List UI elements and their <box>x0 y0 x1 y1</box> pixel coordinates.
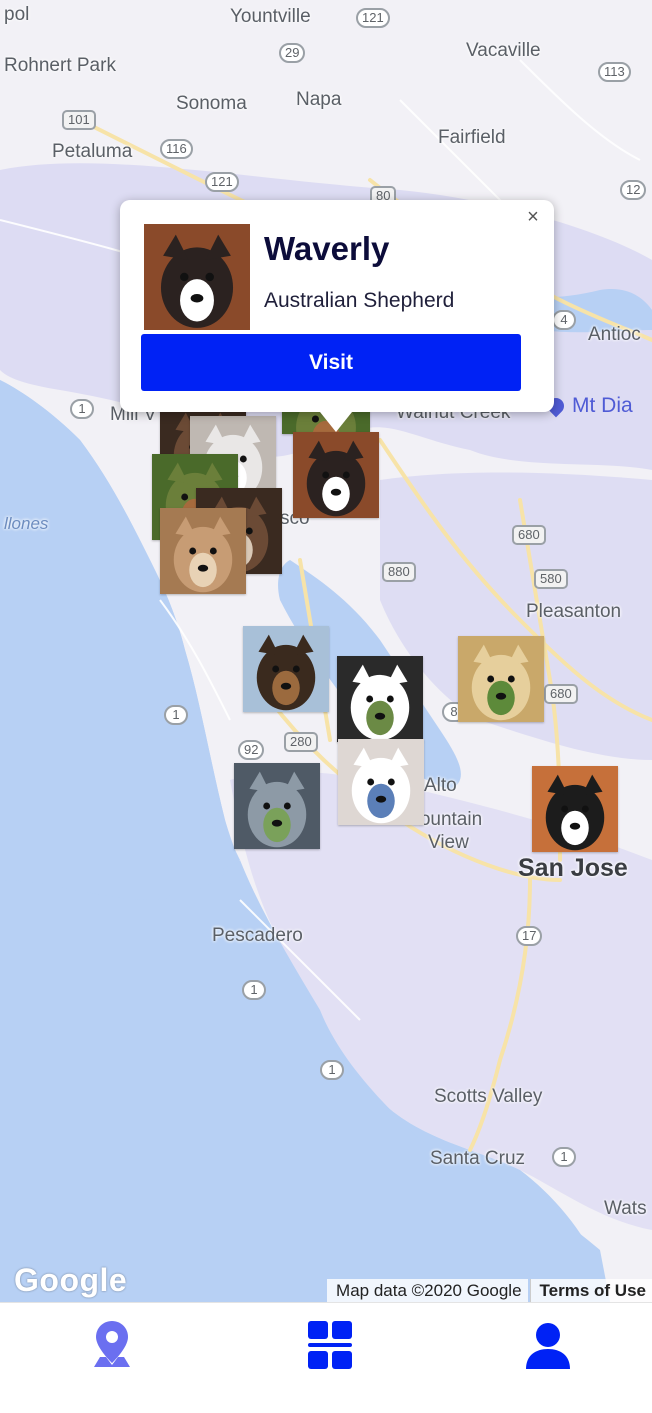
highway-shield: 680 <box>544 684 578 704</box>
place-label: San Jose <box>518 854 628 882</box>
highway-shield: 101 <box>62 110 96 130</box>
dog-photo <box>144 224 250 330</box>
map-attribution: Map data ©2020 Google Terms of Use <box>327 1279 652 1302</box>
place-label: Fairfield <box>438 127 506 148</box>
dog-marker-border-collie[interactable] <box>532 766 618 852</box>
place-label: Sonoma <box>176 93 247 114</box>
place-label: Vacaville <box>466 40 541 61</box>
highway-shield: 1 <box>70 399 94 419</box>
visit-button[interactable]: Visit <box>141 334 521 391</box>
dog-photo-image <box>234 763 320 849</box>
place-label: Alto <box>424 775 457 796</box>
map-pin-icon <box>94 1321 130 1367</box>
dog-photo-image <box>243 626 329 712</box>
place-label: Yountville <box>230 6 311 27</box>
highway-shield: 1 <box>552 1147 576 1167</box>
poi-mt-diablo[interactable]: Mt Dia <box>544 394 633 418</box>
highway-shield: 17 <box>516 926 543 946</box>
water-label: llones <box>4 514 49 533</box>
profile-tab[interactable] <box>518 1317 578 1377</box>
grid-icon <box>308 1321 352 1369</box>
highway-shield: 280 <box>284 732 318 752</box>
google-logo: Google <box>14 1262 128 1298</box>
map-tab[interactable] <box>82 1317 142 1377</box>
place-label: Rohnert Park <box>4 55 116 76</box>
highway-shield: 680 <box>512 525 546 545</box>
user-icon <box>526 1323 570 1369</box>
place-label: Pescadero <box>212 925 303 946</box>
highway-shield: 580 <box>534 569 568 589</box>
dog-marker-frenchie[interactable] <box>337 656 423 742</box>
dog-photo-image <box>532 766 618 852</box>
dog-marker-bull-terrier[interactable] <box>338 739 424 825</box>
place-label: Napa <box>296 89 342 110</box>
dog-marker-golden[interactable] <box>458 636 544 722</box>
place-label: View <box>428 832 469 853</box>
place-label: Petaluma <box>52 141 133 162</box>
dog-photo-image <box>144 224 250 330</box>
highway-shield: 880 <box>382 562 416 582</box>
place-label: Santa Cruz <box>430 1148 526 1169</box>
info-window: Waverly Australian Shepherd × Visit <box>120 200 554 432</box>
terms-of-use-link[interactable]: Terms of Use <box>529 1279 652 1302</box>
highway-shield: 121 <box>205 172 239 192</box>
place-label: pol <box>4 4 30 25</box>
info-window-pointer <box>320 412 352 432</box>
dog-photo-image <box>293 432 379 518</box>
highway-shield: 12 <box>620 180 647 200</box>
highway-shield: 121 <box>356 8 390 28</box>
map-data-text: Map data ©2020 Google <box>327 1279 528 1302</box>
list-tab[interactable] <box>300 1317 360 1377</box>
dog-photo-image <box>338 739 424 825</box>
place-label: Scotts Valley <box>434 1086 543 1107</box>
dog-marker-waverly[interactable] <box>293 432 379 518</box>
dog-name: Waverly <box>264 230 390 267</box>
place-label: Wats <box>604 1198 647 1219</box>
highway-shield: 29 <box>279 43 306 63</box>
dog-photo-image <box>337 656 423 742</box>
dog-marker-chihuahua[interactable] <box>160 508 246 594</box>
highway-shield: 4 <box>552 310 576 330</box>
highway-shield: 1 <box>164 705 188 725</box>
highway-shield: 113 <box>598 62 631 82</box>
dog-photo-image <box>458 636 544 722</box>
map-view[interactable]: Yountville Rohnert Park Vacaville Sonoma… <box>0 0 652 1302</box>
highway-shield: 92 <box>238 740 265 760</box>
highway-shield: 116 <box>160 139 193 159</box>
highway-shield: 1 <box>242 980 266 1000</box>
place-label: Pleasanton <box>526 601 622 622</box>
highway-shield: 1 <box>320 1060 344 1080</box>
bottom-navigation <box>0 1302 652 1413</box>
close-icon[interactable]: × <box>522 206 544 228</box>
dog-marker-greyhound[interactable] <box>234 763 320 849</box>
place-label: Antioc <box>588 324 641 345</box>
dog-breed: Australian Shepherd <box>264 289 455 312</box>
dog-marker-hound[interactable] <box>243 626 329 712</box>
dog-photo-image <box>160 508 246 594</box>
